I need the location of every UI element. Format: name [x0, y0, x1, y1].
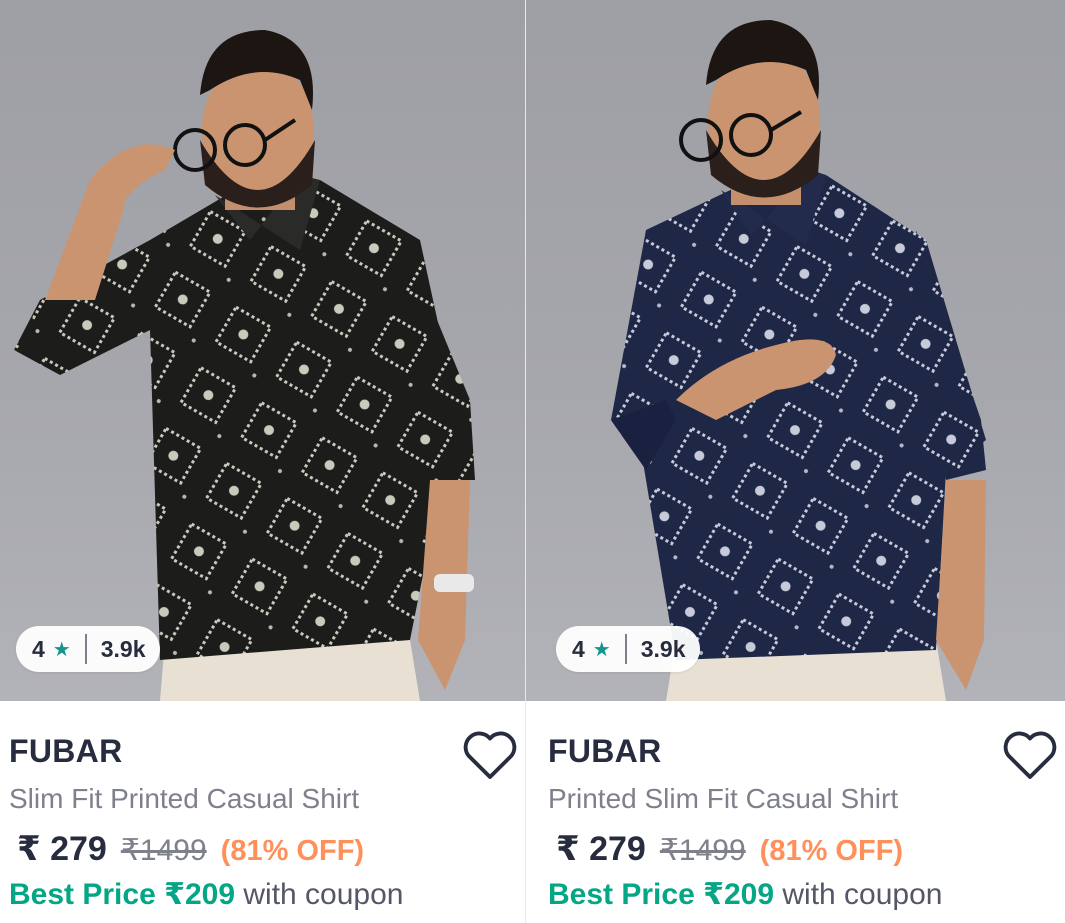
rating-count: 3.9k	[640, 635, 686, 662]
discount-label: (81% OFF)	[220, 835, 365, 867]
best-price-label: Best Price ₹209	[9, 878, 236, 911]
rating-badge: 4 ★ 3.9k	[16, 626, 160, 672]
rating-separator	[84, 634, 87, 664]
brand-name: FUBAR	[9, 733, 123, 769]
product-photo	[14, 30, 475, 701]
heart-outline-icon[interactable]	[1001, 727, 1059, 781]
coupon-text: with coupon	[243, 878, 404, 911]
rating-count: 3.9k	[100, 635, 146, 662]
product-image[interactable]: 4 ★ 3.9k	[526, 0, 1065, 701]
product-title: Printed Slim Fit Casual Shirt	[548, 783, 899, 814]
product-card[interactable]: 4 ★ 3.9k FUBAR Printed Slim Fit Casual S…	[526, 0, 1065, 923]
selling-price: ₹ 279	[556, 830, 646, 868]
rating-badge: 4 ★ 3.9k	[556, 626, 700, 672]
best-price-label: Best Price ₹209	[548, 878, 775, 911]
price-row: ₹ 279 ₹1499 (81% OFF)	[556, 829, 903, 869]
product-card[interactable]: 4 ★ 3.9k FUBAR Slim Fit Printed Casual S…	[0, 0, 525, 923]
rating-separator	[624, 634, 627, 664]
mrp-price: ₹1499	[120, 834, 207, 867]
mrp-price: ₹1499	[659, 834, 746, 867]
discount-label: (81% OFF)	[759, 835, 904, 867]
coupon-text: with coupon	[782, 878, 943, 911]
product-title: Slim Fit Printed Casual Shirt	[9, 783, 360, 814]
selling-price: ₹ 279	[17, 830, 107, 868]
product-photo	[611, 20, 986, 701]
star-icon: ★	[52, 638, 71, 661]
star-icon: ★	[592, 638, 611, 661]
product-grid: 4 ★ 3.9k FUBAR Slim Fit Printed Casual S…	[0, 0, 1065, 923]
heart-outline-icon[interactable]	[461, 727, 519, 781]
rating-value: 4	[572, 635, 585, 662]
product-image[interactable]: 4 ★ 3.9k	[0, 0, 525, 701]
best-price-row: Best Price ₹209 with coupon	[548, 877, 942, 912]
best-price-row: Best Price ₹209 with coupon	[9, 877, 403, 912]
product-info[interactable]: FUBAR Slim Fit Printed Casual Shirt ₹ 27…	[9, 701, 525, 923]
rating-value: 4	[32, 635, 45, 662]
product-info[interactable]: FUBAR Printed Slim Fit Casual Shirt ₹ 27…	[548, 701, 1065, 923]
brand-name: FUBAR	[548, 733, 662, 769]
price-row: ₹ 279 ₹1499 (81% OFF)	[17, 829, 364, 869]
